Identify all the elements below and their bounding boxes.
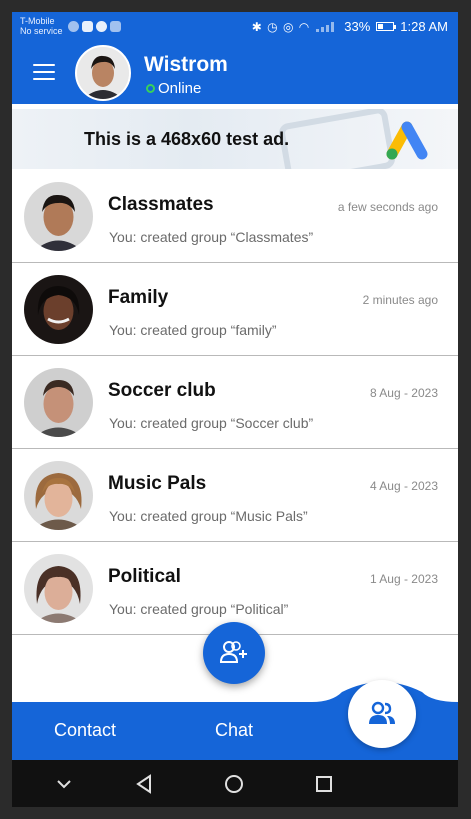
online-status-label: Online	[158, 80, 202, 97]
chat-name: Political	[108, 566, 181, 587]
clock: 1:28 AM	[400, 19, 448, 34]
chat-last-message: You: created group “Music Pals”	[109, 508, 308, 524]
chat-name: Classmates	[108, 194, 214, 215]
system-nav-bar	[12, 760, 458, 807]
chat-last-message: You: created group “Political”	[109, 601, 289, 617]
ad-banner[interactable]: This is a 468x60 test ad.	[12, 109, 458, 169]
chat-item[interactable]: Soccer club 8 Aug - 2023 You: created gr…	[12, 356, 458, 449]
cloud-icon	[68, 21, 79, 32]
chat-last-message: You: created group “family”	[109, 322, 277, 338]
chat-list: Classmates a few seconds ago You: create…	[12, 170, 458, 635]
chevron-down-icon[interactable]	[52, 772, 76, 796]
chat-name: Family	[108, 287, 169, 308]
notification-icons	[68, 21, 121, 32]
skype-icon	[82, 21, 93, 32]
ad-background-phone	[277, 109, 397, 169]
group-avatar	[24, 461, 93, 530]
battery-percent: 33%	[344, 19, 371, 34]
tab-contact[interactable]: Contact	[54, 720, 116, 741]
groups-icon	[369, 701, 395, 724]
system-status: ✱ ◷ ◎ ◠ 33% 1:28 AM	[252, 19, 448, 34]
add-group-button[interactable]	[203, 622, 265, 684]
chat-time: 8 Aug - 2023	[369, 386, 438, 400]
tab-chat[interactable]: Chat	[215, 720, 253, 741]
service-status: No service	[20, 26, 63, 36]
home-icon[interactable]	[222, 772, 246, 796]
add-group-icon	[220, 641, 247, 663]
chat-time: 1 Aug - 2023	[369, 572, 438, 586]
carrier-info: T-Mobile No service	[20, 16, 63, 36]
chat-item[interactable]: Classmates a few seconds ago You: create…	[12, 170, 458, 263]
chat-time: 2 minutes ago	[362, 293, 438, 307]
back-icon[interactable]	[132, 772, 156, 796]
group-avatar	[24, 275, 93, 344]
app-screen: T-Mobile No service ✱ ◷ ◎ ◠ 33% 1:28 AM	[12, 12, 458, 807]
user-avatar[interactable]	[75, 45, 131, 101]
chat-item[interactable]: Family 2 minutes ago You: created group …	[12, 263, 458, 356]
chat-item[interactable]: Music Pals 4 Aug - 2023 You: created gro…	[12, 449, 458, 542]
user-name: Wistrom	[144, 53, 228, 76]
group-avatar	[24, 554, 93, 623]
bluetooth-alarm-wifi-icons: ✱ ◷ ◎ ◠	[251, 19, 311, 34]
tab-groups[interactable]	[348, 680, 416, 748]
chat-last-message: You: created group “Soccer club”	[109, 415, 314, 431]
chat-name: Music Pals	[108, 473, 207, 494]
group-avatar	[24, 182, 93, 251]
ad-text: This is a 468x60 test ad.	[84, 129, 290, 149]
online-status: Online	[146, 80, 201, 97]
carrier-name: T-Mobile	[20, 16, 55, 26]
chat-time: 4 Aug - 2023	[369, 479, 438, 493]
battery-icon	[376, 22, 397, 31]
status-bar: T-Mobile No service ✱ ◷ ◎ ◠ 33% 1:28 AM	[12, 12, 458, 42]
app-header: Wistrom Online	[12, 42, 458, 104]
google-ads-logo	[386, 121, 428, 160]
chat-name: Soccer club	[108, 380, 216, 401]
message-icon	[96, 21, 107, 32]
hamburger-menu-icon[interactable]	[33, 64, 55, 80]
chat-last-message: You: created group “Classmates”	[109, 229, 314, 245]
recent-apps-icon[interactable]	[312, 772, 336, 796]
online-indicator-icon	[146, 84, 155, 93]
signal-icon	[316, 21, 338, 32]
app-notification-icon	[110, 21, 121, 32]
group-avatar	[24, 368, 93, 437]
chat-time: a few seconds ago	[337, 200, 438, 214]
